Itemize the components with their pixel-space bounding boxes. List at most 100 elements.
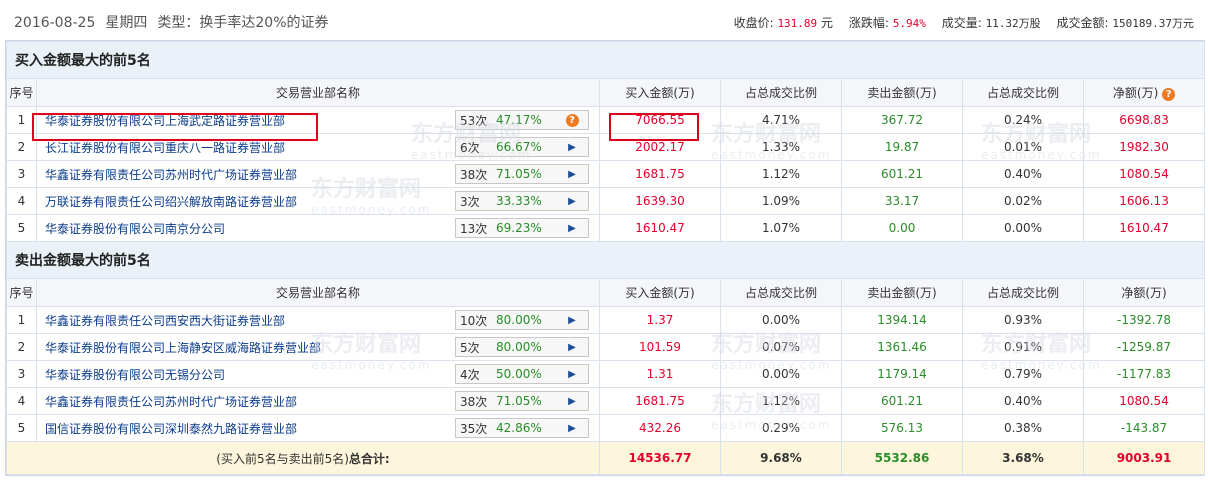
branch-link[interactable]: 华鑫证券有限责任公司苏州时代广场证券营业部 xyxy=(45,395,297,409)
ranking-table: 买入金额最大的前5名 序号 交易营业部名称 买入金额(万) 占总成交比例 卖出金额(万) 占… xyxy=(5,41,1206,475)
row-index: 5 xyxy=(6,214,37,242)
play-arrow-icon[interactable]: ▶ xyxy=(568,223,576,234)
branch-stat-button[interactable]: 6次 66.67% ▶ xyxy=(455,137,589,157)
close-unit: 元 xyxy=(821,16,834,30)
branch-link[interactable]: 万联证券有限责任公司绍兴解放南路证券营业部 xyxy=(45,195,297,209)
table-row: 3 华鑫证券有限责任公司苏州时代广场证券营业部 38次 71.05% ▶ 1681.75 1… xyxy=(6,160,1206,188)
col-net-amount: 净额(万) ? xyxy=(1082,78,1206,107)
appear-count: 3次 xyxy=(460,194,480,209)
table-row: 4 万联证券有限责任公司绍兴解放南路证券营业部 3次 33.33% ▶ 1639.30 1.… xyxy=(6,187,1206,215)
appear-count: 38次 xyxy=(460,167,488,182)
branch-stat-button[interactable]: 10次 80.00% ▶ xyxy=(455,310,589,330)
sell-ratio: 0.40% xyxy=(962,387,1084,415)
title-area: 2016-08-25 星期四 类型：换手率达20%的证券 xyxy=(14,12,339,32)
branch-stat-button[interactable]: 13次 69.23% ▶ xyxy=(455,218,589,238)
sell-amount: 33.17 xyxy=(841,187,963,215)
win-rate: 33.33% xyxy=(496,194,542,208)
col-buy-amount: 买入金额(万) xyxy=(599,78,721,107)
branch-link[interactable]: 华泰证券股份有限公司无锡分公司 xyxy=(45,368,225,382)
appear-count: 10次 xyxy=(460,313,488,328)
play-arrow-icon[interactable]: ▶ xyxy=(568,342,576,353)
total-sell-ratio: 3.68% xyxy=(962,441,1084,475)
buy-amount: 101.59 xyxy=(599,333,721,361)
question-badge-icon[interactable]: ? xyxy=(1162,88,1176,101)
col-buy-ratio: 占总成交比例 xyxy=(720,78,842,107)
appear-count: 4次 xyxy=(460,367,480,382)
sell-amount: 0.00 xyxy=(841,214,963,242)
appear-count: 35次 xyxy=(460,421,488,436)
sell-ratio: 0.01% xyxy=(962,133,1084,161)
sell-ratio: 0.38% xyxy=(962,414,1084,442)
buy-amount: 7066.55 xyxy=(599,106,721,134)
row-index: 2 xyxy=(6,133,37,161)
branch-link[interactable]: 华鑫证券有限责任公司西安西大街证券营业部 xyxy=(45,314,285,328)
col-buy-amount: 买入金额(万) xyxy=(599,278,721,307)
row-index: 4 xyxy=(6,387,37,415)
weekday: 星期四 xyxy=(105,15,148,31)
row-index: 5 xyxy=(6,414,37,442)
buy-ratio: 1.12% xyxy=(720,387,842,415)
branch-stat-button[interactable]: 35次 42.86% ▶ xyxy=(455,418,589,438)
play-arrow-icon[interactable]: ▶ xyxy=(568,315,576,326)
appear-count: 6次 xyxy=(460,140,480,155)
branch-cell: 华泰证券股份有限公司无锡分公司 4次 50.00% ▶ xyxy=(36,360,600,388)
branch-link[interactable]: 华泰证券股份有限公司上海武定路证券营业部 xyxy=(45,114,285,128)
win-rate: 66.67% xyxy=(496,140,542,154)
table-row: 3 华泰证券股份有限公司无锡分公司 4次 50.00% ▶ 1.31 0.00% 1179.1… xyxy=(6,360,1206,388)
buy-ratio: 0.07% xyxy=(720,333,842,361)
branch-stat-button[interactable]: 4次 50.00% ▶ xyxy=(455,364,589,384)
branch-link[interactable]: 华泰证券股份有限公司上海静安区威海路证券营业部 xyxy=(45,341,321,355)
row-index: 3 xyxy=(6,160,37,188)
branch-link[interactable]: 华鑫证券有限责任公司苏州时代广场证券营业部 xyxy=(45,168,297,182)
table-row: 5 国信证券股份有限公司深圳泰然九路证券营业部 35次 42.86% ▶ 432.26 0.… xyxy=(6,414,1206,442)
win-rate: 71.05% xyxy=(496,167,542,181)
col-sell-amount: 卖出金额(万) xyxy=(841,78,963,107)
table-row: 1 华鑫证券有限责任公司西安西大街证券营业部 10次 80.00% ▶ 1.37 0.00%… xyxy=(6,306,1206,334)
buy-amount: 432.26 xyxy=(599,414,721,442)
branch-link[interactable]: 华泰证券股份有限公司南京分公司 xyxy=(45,222,225,236)
col-buy-ratio: 占总成交比例 xyxy=(720,278,842,307)
sell-ratio: 0.24% xyxy=(962,106,1084,134)
net-amount: -1259.87 xyxy=(1082,333,1206,361)
branch-stat-button[interactable]: 53次 47.17%? xyxy=(455,110,589,130)
branch-cell: 华鑫证券有限责任公司西安西大街证券营业部 10次 80.00% ▶ xyxy=(36,306,600,334)
play-arrow-icon[interactable]: ▶ xyxy=(568,142,576,153)
play-arrow-icon[interactable]: ▶ xyxy=(568,369,576,380)
net-amount: -1392.78 xyxy=(1082,306,1206,334)
sell-ratio: 0.91% xyxy=(962,333,1084,361)
branch-link[interactable]: 长江证券股份有限公司重庆八一路证券营业部 xyxy=(45,141,285,155)
buy-amount: 1639.30 xyxy=(599,187,721,215)
branch-link[interactable]: 国信证券股份有限公司深圳泰然九路证券营业部 xyxy=(45,422,297,436)
section-header: 卖出金额最大的前5名 xyxy=(5,241,1206,279)
branch-stat-button[interactable]: 38次 71.05% ▶ xyxy=(455,164,589,184)
branch-cell: 华泰证券股份有限公司南京分公司 13次 69.23% ▶ xyxy=(36,214,600,242)
question-badge-icon[interactable]: ? xyxy=(565,113,579,127)
net-amount: 1606.13 xyxy=(1082,187,1206,215)
sell-amount: 1394.14 xyxy=(841,306,963,334)
sell-ratio: 0.02% xyxy=(962,187,1084,215)
total-buy-ratio: 9.68% xyxy=(720,441,842,475)
col-net-amount: 净额(万) xyxy=(1082,278,1206,307)
volume-label: 成交量: xyxy=(941,16,982,30)
appear-count: 38次 xyxy=(460,394,488,409)
sell-ratio: 0.93% xyxy=(962,306,1084,334)
branch-cell: 长江证券股份有限公司重庆八一路证券营业部 6次 66.67% ▶ xyxy=(36,133,600,161)
play-arrow-icon[interactable]: ▶ xyxy=(568,196,576,207)
total-buy-amount: 14536.77 xyxy=(599,441,721,475)
sell-amount: 1361.46 xyxy=(841,333,963,361)
branch-stat-button[interactable]: 38次 71.05% ▶ xyxy=(455,391,589,411)
change-value: 5.94% xyxy=(892,17,926,30)
buy-ratio: 0.00% xyxy=(720,360,842,388)
play-arrow-icon[interactable]: ▶ xyxy=(568,423,576,434)
total-label: (买入前5名与卖出前5名)总合计: xyxy=(6,441,600,475)
row-index: 4 xyxy=(6,187,37,215)
buy-amount: 1681.75 xyxy=(599,160,721,188)
play-arrow-icon[interactable]: ▶ xyxy=(568,169,576,180)
branch-stat-button[interactable]: 3次 33.33% ▶ xyxy=(455,191,589,211)
table-row: 5 华泰证券股份有限公司南京分公司 13次 69.23% ▶ 1610.47 1.07% 0.… xyxy=(6,214,1206,242)
play-arrow-icon[interactable]: ▶ xyxy=(568,396,576,407)
buy-amount: 1610.47 xyxy=(599,214,721,242)
branch-stat-button[interactable]: 5次 80.00% ▶ xyxy=(455,337,589,357)
row-index: 3 xyxy=(6,360,37,388)
win-rate: 47.17% xyxy=(496,113,542,127)
